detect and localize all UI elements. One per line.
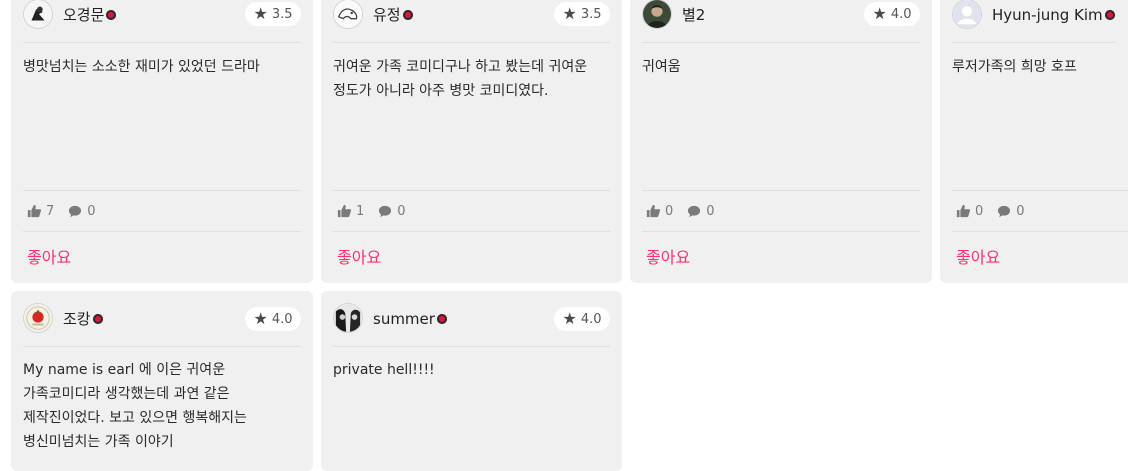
speech-bubble-icon [379, 205, 392, 217]
username[interactable]: summer [373, 309, 435, 329]
rating-value: 4.0 [890, 6, 912, 22]
review-card[interactable]: Hyun-jung Kim 루저가족의 희망 호프 0 0 좋아요 [940, 0, 1128, 283]
review-card[interactable]: 별2 ★ 4.0 귀여움 0 0 좋아요 [630, 0, 932, 283]
like-count: 1 [337, 204, 364, 219]
comment-count: 0 [68, 204, 96, 219]
comment-count: 0 [378, 204, 406, 219]
review-text[interactable]: 병맛넘치는 소소한 재미가 있었던 드라마 [23, 55, 301, 79]
review-stats: 0 0 [952, 190, 1128, 232]
like-button[interactable]: 좋아요 [646, 244, 690, 268]
rating-value: 4.0 [271, 311, 293, 327]
username[interactable]: 조캉 [63, 309, 91, 329]
avatar[interactable] [642, 0, 672, 29]
avatar[interactable] [952, 0, 982, 29]
verified-badge-icon [92, 314, 103, 324]
star-icon: ★ [562, 4, 577, 23]
comment-count: 0 [997, 204, 1025, 219]
thumbs-up-icon [337, 204, 351, 218]
username[interactable]: 유정 [373, 5, 401, 25]
review-header: 오경문 ★ 3.5 [23, 0, 301, 43]
review-header: 유정 ★ 3.5 [333, 0, 610, 43]
avatar[interactable] [23, 0, 53, 29]
avatar[interactable] [333, 0, 363, 29]
review-text[interactable]: private hell!!!! [333, 358, 610, 382]
star-icon: ★ [253, 309, 268, 328]
username[interactable]: Hyun-jung Kim [992, 5, 1103, 25]
star-icon: ★ [253, 4, 268, 23]
review-text[interactable]: 루저가족의 희망 호프 [952, 55, 1116, 79]
verified-badge-icon [436, 314, 447, 324]
star-icon: ★ [872, 4, 887, 23]
rating-value: 3.5 [580, 6, 602, 22]
like-count: 0 [956, 204, 983, 219]
rating-value: 3.5 [271, 6, 293, 22]
review-card[interactable]: summer ★ 4.0 private hell!!!! [321, 291, 622, 471]
username[interactable]: 오경문 [63, 5, 104, 25]
rating-badge: ★ 4.0 [554, 307, 610, 331]
thumbs-up-icon [956, 204, 970, 218]
username[interactable]: 별2 [682, 5, 705, 25]
review-header: 조캉 ★ 4.0 [23, 291, 301, 347]
review-card[interactable]: 유정 ★ 3.5 귀여운 가족 코미디구나 하고 봤는데 귀여운 정도가 아니라 … [321, 0, 622, 283]
thumbs-up-icon [27, 204, 41, 218]
verified-badge-icon [402, 10, 413, 20]
verified-badge-icon [106, 10, 117, 20]
speech-bubble-icon [998, 205, 1011, 217]
review-stats: 1 0 [333, 190, 610, 232]
review-text[interactable]: 귀여움 [642, 55, 920, 79]
review-card[interactable]: 오경문 ★ 3.5 병맛넘치는 소소한 재미가 있었던 드라마 7 0 좋아요 [11, 0, 313, 283]
speech-bubble-icon [688, 205, 701, 217]
rating-badge: ★ 3.5 [554, 2, 610, 26]
like-count: 7 [27, 204, 54, 219]
review-header: Hyun-jung Kim [952, 0, 1116, 43]
like-count: 0 [646, 204, 673, 219]
rating-badge: ★ 4.0 [864, 2, 920, 26]
thumbs-up-icon [646, 204, 660, 218]
speech-bubble-icon [69, 205, 82, 217]
like-button[interactable]: 좋아요 [956, 244, 1000, 268]
rating-value: 4.0 [580, 311, 602, 327]
review-header: 별2 ★ 4.0 [642, 0, 920, 43]
review-text[interactable]: 귀여운 가족 코미디구나 하고 봤는데 귀여운 정도가 아니라 아주 병맛 코미… [333, 55, 610, 103]
review-card[interactable]: 조캉 ★ 4.0 My name is earl 에 이은 귀여운 가족코미디라 … [11, 291, 313, 471]
rating-badge: ★ 3.5 [245, 2, 301, 26]
comment-count: 0 [687, 204, 715, 219]
verified-badge-icon [1104, 10, 1115, 20]
like-button[interactable]: 좋아요 [337, 244, 381, 268]
review-header: summer ★ 4.0 [333, 291, 610, 347]
review-text[interactable]: My name is earl 에 이은 귀여운 가족코미디라 생각했는데 과연… [23, 358, 301, 454]
review-stats: 7 0 [23, 190, 301, 232]
avatar[interactable] [23, 303, 53, 333]
star-icon: ★ [562, 309, 577, 328]
review-stats: 0 0 [642, 190, 920, 232]
rating-badge: ★ 4.0 [245, 307, 301, 331]
avatar[interactable] [333, 303, 363, 333]
like-button[interactable]: 좋아요 [27, 244, 71, 268]
